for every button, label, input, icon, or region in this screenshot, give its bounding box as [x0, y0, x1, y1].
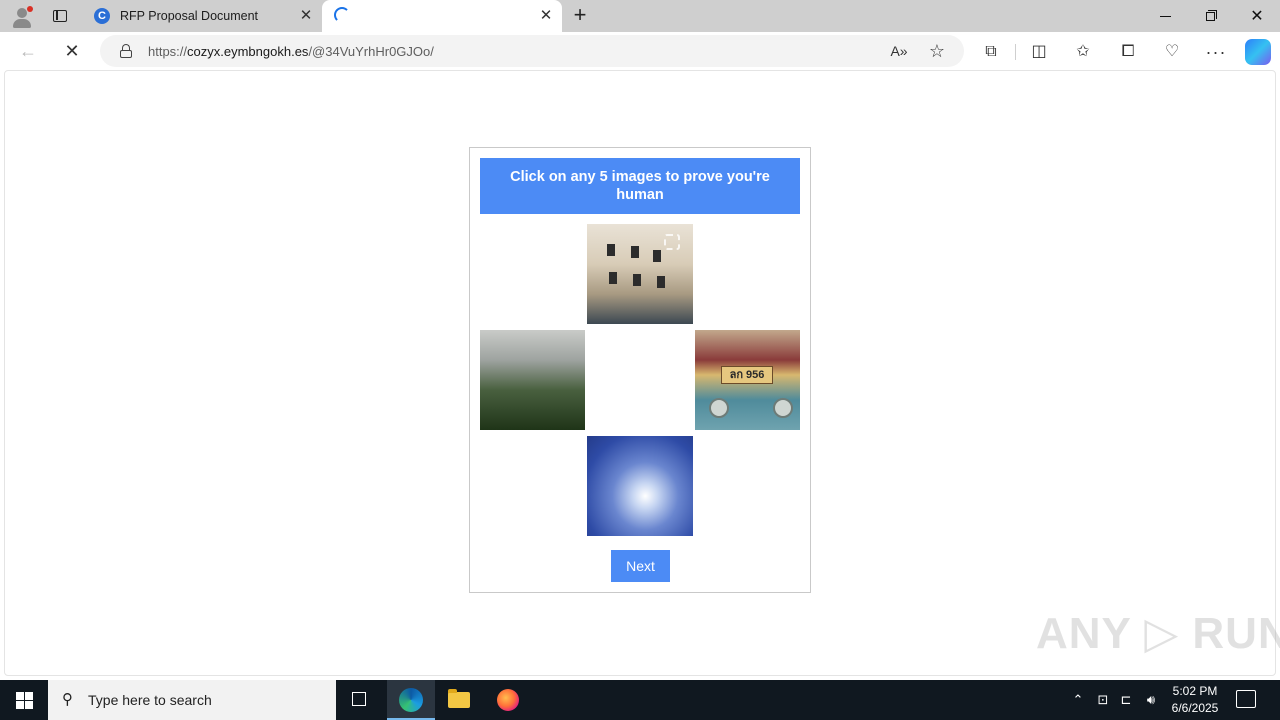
search-icon: ⚲ — [62, 691, 73, 708]
performance-icon[interactable]: ♡ — [1160, 40, 1184, 64]
tab-actions-icon[interactable] — [48, 4, 72, 28]
close-window-button[interactable]: ✕ — [1234, 0, 1280, 32]
url-text[interactable]: https://cozyx.eymbngokh.es/@34VuYrhHr0GJ… — [148, 44, 434, 59]
security-icon[interactable]: ⊡ — [1094, 680, 1112, 720]
search-placeholder: Type here to search — [88, 692, 212, 708]
license-plate: ลก 956 — [721, 366, 773, 384]
tab-loading[interactable]: ✕ — [322, 0, 562, 34]
notification-center-icon[interactable] — [1236, 690, 1256, 708]
show-hidden-icons-icon[interactable]: ⌃ — [1068, 680, 1088, 720]
clock-time: 5:02 PM — [1172, 684, 1218, 698]
tab-favicon-icon: C — [94, 8, 110, 24]
firefox-icon[interactable] — [484, 680, 532, 720]
tab-strip: C RFP Proposal Document ✕ ✕ + ✕ — [0, 0, 1280, 34]
split-screen-icon[interactable]: ◫ — [1027, 40, 1051, 64]
lock-icon[interactable] — [120, 44, 132, 58]
favorite-star-icon[interactable]: ☆ — [926, 40, 948, 62]
taskbar-search-input[interactable]: ⚲ Type here to search — [48, 680, 336, 720]
profile-avatar-icon[interactable] — [8, 4, 36, 28]
back-button[interactable]: ← — [14, 37, 42, 65]
task-view-icon[interactable] — [336, 680, 384, 720]
captcha-instruction: Click on any 5 images to prove you're hu… — [480, 158, 800, 214]
url-host: cozyx.eymbngokh.es — [187, 44, 309, 59]
next-button[interactable]: Next — [611, 550, 670, 582]
collections-icon[interactable]: ⧠ — [1116, 40, 1140, 64]
read-aloud-icon[interactable]: A» — [888, 41, 910, 61]
file-explorer-icon[interactable] — [435, 680, 483, 720]
taskbar-clock[interactable]: 5:02 PM 6/6/2025 — [1166, 683, 1224, 717]
captcha-image-misty-forest[interactable] — [480, 330, 585, 430]
more-icon[interactable]: ··· — [1204, 40, 1228, 64]
tab-rfp-proposal[interactable]: C RFP Proposal Document ✕ — [84, 0, 322, 32]
toolbar-divider — [1015, 44, 1016, 60]
clock-date: 6/6/2025 — [1171, 701, 1219, 715]
extensions-icon[interactable]: ⧉ — [979, 40, 1003, 64]
tab-close-icon[interactable]: ✕ — [538, 8, 554, 24]
network-icon[interactable]: ⊏ — [1116, 680, 1136, 720]
tab-title: RFP Proposal Document — [120, 9, 259, 23]
stop-loading-button[interactable]: ✕ — [58, 37, 86, 65]
url-path: /@34VuYrhHr0GJOo/ — [308, 44, 434, 59]
captcha-image-street-buildings[interactable] — [587, 224, 693, 324]
tab-close-icon[interactable]: ✕ — [298, 8, 314, 24]
copilot-icon[interactable] — [1245, 39, 1271, 65]
favorites-icon[interactable]: ✩ — [1071, 40, 1095, 64]
captcha-image-blue-smoke[interactable] — [587, 436, 693, 536]
minimize-button[interactable] — [1142, 0, 1188, 32]
captcha-image-vintage-car[interactable]: ลก 956 — [695, 330, 800, 430]
captcha-panel: Click on any 5 images to prove you're hu… — [469, 147, 811, 593]
visual-search-icon[interactable] — [664, 234, 680, 250]
new-tab-button[interactable]: + — [568, 4, 592, 28]
volume-icon[interactable]: 🔊︎ — [1140, 680, 1162, 720]
url-scheme: https:// — [148, 44, 188, 59]
restore-button[interactable] — [1188, 0, 1234, 32]
address-bar[interactable]: https://cozyx.eymbngokh.es/@34VuYrhHr0GJ… — [100, 35, 964, 67]
anyrun-watermark: ANY ▷ RUN — [1036, 609, 1280, 658]
taskbar: ⚲ Type here to search ⌃ ⊡ ⊏ 🔊︎ 5:02 PM 6… — [0, 680, 1280, 720]
browser-toolbar: ← ✕ https://cozyx.eymbngokh.es/@34VuYrhH… — [0, 32, 1280, 70]
edge-taskbar-icon[interactable] — [387, 680, 435, 720]
notification-dot — [27, 6, 33, 12]
start-button[interactable] — [0, 680, 48, 720]
loading-spinner-icon — [334, 7, 350, 23]
